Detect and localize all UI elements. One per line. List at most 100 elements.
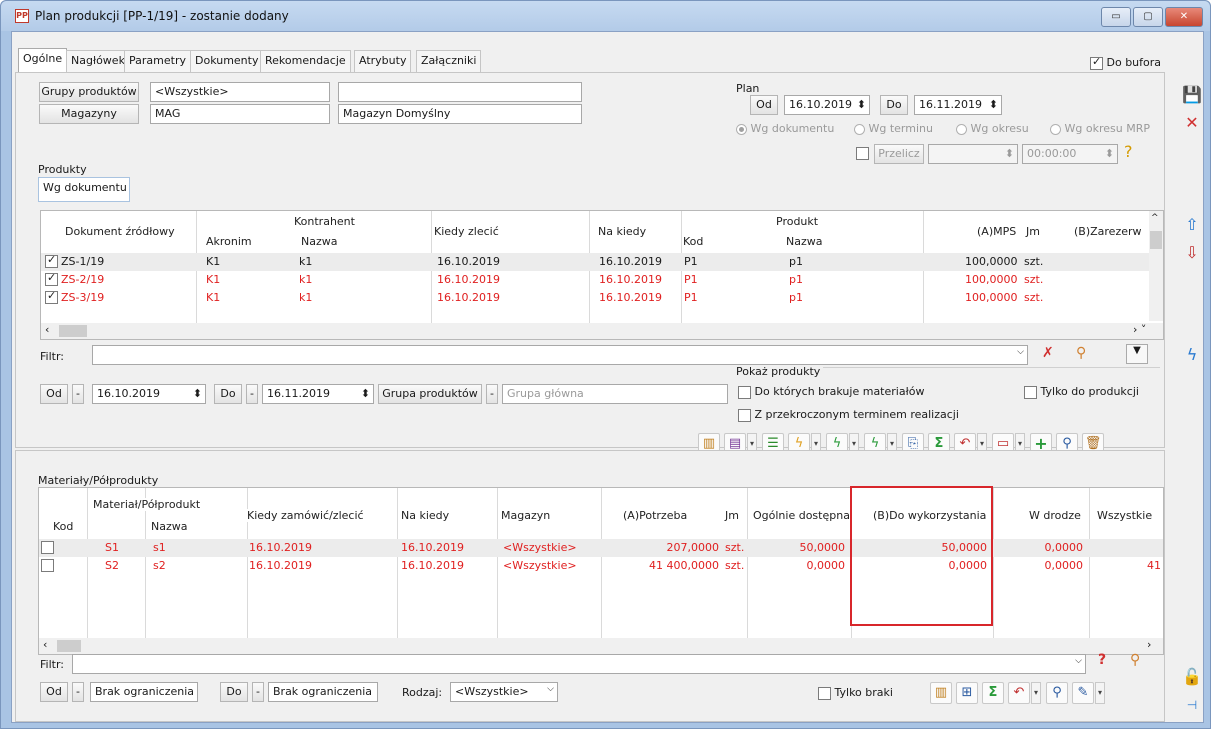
grupa-dropdown[interactable]: - <box>486 384 498 404</box>
undo-dropdown[interactable]: ▾ <box>1031 682 1041 704</box>
row-checkbox[interactable] <box>45 271 58 286</box>
edit-icon[interactable]: ✎ <box>1072 682 1094 704</box>
chevron-right-icon[interactable]: › <box>1147 638 1151 651</box>
chevron-up-icon[interactable]: ^ <box>1151 213 1159 223</box>
radio-wg-dokumentu[interactable]: Wg dokumentu <box>736 122 834 135</box>
chevron-right-icon[interactable]: › ˅ <box>1133 323 1146 336</box>
chevron-left-icon[interactable]: ‹ <box>43 638 47 651</box>
col-jm[interactable]: Jm <box>725 509 739 522</box>
tab-zalaczniki[interactable]: Załączniki <box>416 50 482 72</box>
row-checkbox[interactable] <box>45 253 58 268</box>
tylko-produkcji-checkbox[interactable]: Tylko do produkcji <box>1024 385 1139 399</box>
spin-icon[interactable]: ⬍ <box>361 387 370 400</box>
filter-builder-icon[interactable]: ⚲ <box>1076 345 1086 361</box>
od-button[interactable]: Od <box>40 384 68 404</box>
edit-dropdown[interactable]: ▾ <box>1095 682 1105 704</box>
przelicz-button[interactable]: Przelicz <box>874 144 924 164</box>
plan-do-button[interactable]: Do <box>880 95 908 115</box>
table-row[interactable]: S1 s1 16.10.2019 16.10.2019 <Wszystkie> 207,0… <box>39 539 1163 557</box>
filter-icon[interactable]: ▼ <box>1126 344 1148 364</box>
col-ogolnie[interactable]: Ogólnie dostępna <box>753 509 850 522</box>
col-wszystkie[interactable]: Wszystkie <box>1097 509 1163 522</box>
import-icon[interactable]: ⇧ <box>1181 214 1203 236</box>
plan-od-button[interactable]: Od <box>750 95 778 115</box>
col-na-kiedy[interactable]: Na kiedy <box>401 509 450 522</box>
grupa-produktow-button[interactable]: Grupa produktów <box>378 384 482 404</box>
table-row[interactable]: ZS-3/19 K1 k1 16.10.2019 16.10.2019 P1 p1 100,0… <box>41 289 1149 307</box>
plan-od-date[interactable]: 16.10.2019 ⬍ <box>784 95 870 115</box>
magazyny-code-field[interactable]: MAG <box>150 104 330 124</box>
do2-button[interactable]: Do <box>220 682 248 702</box>
od2-field[interactable]: Brak ograniczenia <box>90 682 198 702</box>
tab-dokumenty[interactable]: Dokumenty <box>190 50 264 72</box>
scroll-thumb[interactable] <box>1150 231 1162 249</box>
radio-wg-okresu-mrp[interactable]: Wg okresu MRP <box>1050 122 1150 135</box>
spin-icon[interactable]: ⬍ <box>857 98 866 111</box>
do-dropdown[interactable]: - <box>246 384 258 404</box>
chevron-down-icon[interactable]: ⌵ <box>547 684 554 694</box>
tab-ogolne[interactable]: Ogólne <box>18 48 68 73</box>
col-pnazwa[interactable]: Nazwa <box>786 235 823 248</box>
search-icon[interactable]: ⚲ <box>1046 682 1068 704</box>
do2-field[interactable]: Brak ograniczenia <box>268 682 378 702</box>
od-date-field[interactable]: 16.10.2019 ⬍ <box>92 384 206 404</box>
chart-icon[interactable]: ▥ <box>930 682 952 704</box>
spin-icon[interactable]: ⬍ <box>989 98 998 111</box>
przekroczony-checkbox[interactable]: Z przekroczonym terminem realizacji <box>738 408 959 422</box>
scroll-thumb[interactable] <box>57 640 81 652</box>
wizard-icon[interactable]: ? <box>1124 142 1133 161</box>
minimize-button[interactable]: ▭ <box>1101 7 1131 27</box>
hscroll[interactable]: ‹ › ˅ <box>41 323 1163 339</box>
chevron-down-icon[interactable]: ⌵ <box>1017 347 1024 357</box>
grupa-field[interactable]: Grupa główna <box>502 384 728 404</box>
table-row[interactable]: S2 s2 16.10.2019 16.10.2019 <Wszystkie> 41 40… <box>39 557 1163 575</box>
do-button[interactable]: Do <box>214 384 242 404</box>
spin-icon[interactable]: ⬍ <box>1105 147 1114 160</box>
col-akronim[interactable]: Akronim <box>206 235 252 248</box>
col-kod[interactable]: Kod <box>53 520 74 533</box>
row-checkbox[interactable] <box>41 540 54 554</box>
do-date-field[interactable]: 16.11.2019 ⬍ <box>262 384 374 404</box>
col-material[interactable]: Materiał/Półprodukt <box>93 498 201 511</box>
close-button[interactable]: ✕ <box>1165 7 1203 27</box>
save-icon[interactable]: 💾 <box>1181 84 1203 106</box>
col-zarezerw[interactable]: (B)Zarezerw <box>1074 225 1148 238</box>
radio-wg-okresu[interactable]: Wg okresu <box>956 122 1029 135</box>
clear-filter-icon[interactable]: ✗ <box>1042 345 1054 361</box>
lock-icon[interactable]: 🔓 <box>1181 666 1203 688</box>
row-checkbox[interactable] <box>41 558 54 572</box>
od-dropdown[interactable]: - <box>72 384 84 404</box>
col-na-kiedy[interactable]: Na kiedy <box>598 225 647 238</box>
col-produkt[interactable]: Produkt <box>776 215 819 228</box>
radio-wg-terminu[interactable]: Wg terminu <box>854 122 933 135</box>
time-field[interactable]: 00:00:00 ⬍ <box>1022 144 1118 164</box>
col-nazwa[interactable]: Nazwa <box>151 520 188 533</box>
chevron-down-icon[interactable]: ⌵ <box>1075 656 1082 666</box>
tylko-braki-checkbox[interactable]: Tylko braki <box>818 686 893 700</box>
grupy-extra-field[interactable] <box>338 82 582 102</box>
maximize-button[interactable]: ▢ <box>1133 7 1163 27</box>
col-kiedy[interactable]: Kiedy zlecić <box>434 225 499 238</box>
col-kiedy[interactable]: Kiedy zamówić/zlecić <box>247 509 364 522</box>
magazyny-name-field[interactable]: Magazyn Domyślny <box>338 104 582 124</box>
tab-rekomendacje[interactable]: Rekomendacje <box>260 50 351 72</box>
od2-dropdown[interactable]: - <box>72 682 84 702</box>
spin-icon[interactable]: ⬍ <box>193 387 202 400</box>
col-dokument[interactable]: Dokument źródłowy <box>65 225 175 238</box>
rodzaj-select[interactable]: <Wszystkie> ⌵ <box>450 682 558 702</box>
col-w-drodze[interactable]: W drodze <box>1029 509 1081 522</box>
row-checkbox[interactable] <box>45 289 58 304</box>
col-jm[interactable]: Jm <box>1026 225 1040 238</box>
col-potrzeba[interactable]: (A)Potrzeba <box>623 509 688 522</box>
tab-naglowek[interactable]: Nagłówek <box>66 50 130 72</box>
col-mps[interactable]: (A)MPS <box>977 225 1017 238</box>
scroll-thumb[interactable] <box>59 325 87 337</box>
lightning-icon[interactable]: ϟ <box>1181 344 1203 366</box>
od2-button[interactable]: Od <box>40 682 68 702</box>
tab-parametry[interactable]: Parametry <box>124 50 191 72</box>
table-row[interactable]: ZS-1/19 K1 k1 16.10.2019 16.10.2019 P1 p1 100,0… <box>41 253 1149 271</box>
przelicz-field[interactable]: ⬍ <box>928 144 1018 164</box>
do-bufora-checkbox[interactable]: Do bufora <box>1090 55 1161 70</box>
undo-icon[interactable]: ↶ <box>1008 682 1030 704</box>
sum-icon[interactable]: Σ <box>982 682 1004 704</box>
